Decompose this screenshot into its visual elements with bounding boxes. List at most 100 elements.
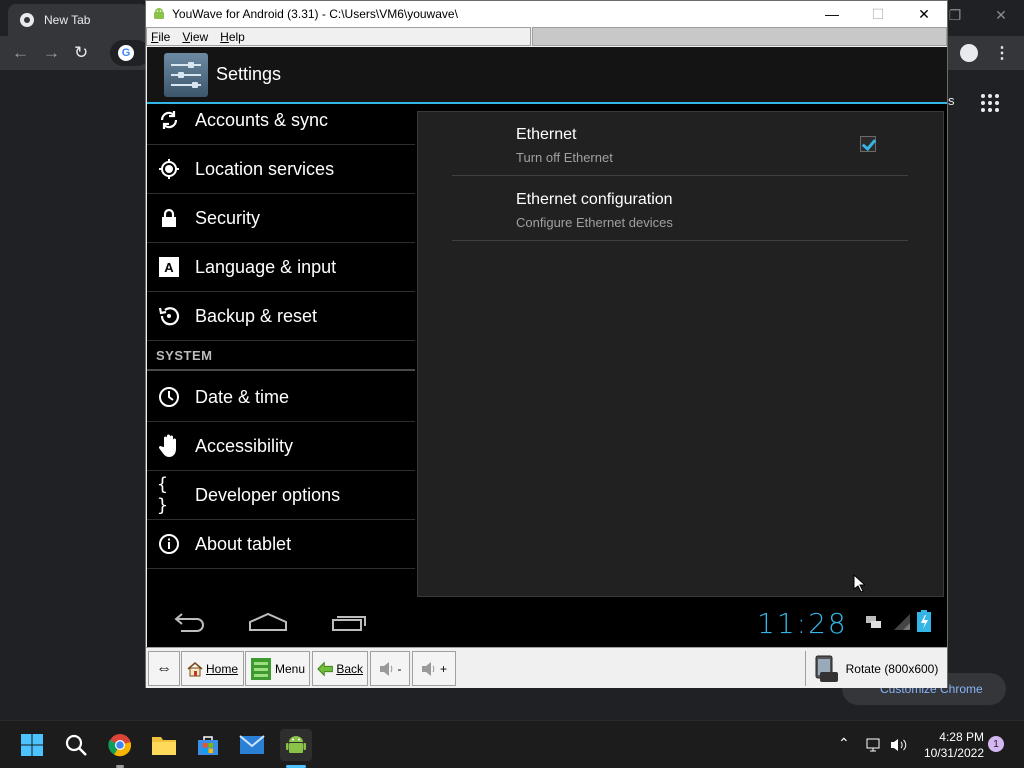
settings-item-developer-options[interactable]: { } Developer options bbox=[147, 471, 415, 520]
settings-item-date-time[interactable]: Date & time bbox=[147, 373, 415, 422]
google-apps-icon[interactable] bbox=[981, 94, 999, 112]
settings-item-location[interactable]: Location services bbox=[147, 145, 415, 194]
menu-button-label: Menu bbox=[274, 661, 305, 676]
chrome-menu-icon[interactable]: ⋮ bbox=[994, 43, 1010, 63]
chrome-close-icon[interactable]: ✕ bbox=[978, 0, 1024, 30]
volume-icon[interactable] bbox=[890, 737, 908, 753]
backup-icon bbox=[157, 304, 181, 328]
info-icon bbox=[157, 532, 181, 556]
nav-back-icon[interactable] bbox=[169, 607, 209, 637]
volume-down-label: - bbox=[397, 661, 402, 676]
chrome-nav-buttons: ← → ↻ bbox=[12, 36, 88, 70]
green-menu-icon bbox=[250, 657, 271, 680]
settings-item-security[interactable]: Security bbox=[147, 194, 415, 243]
settings-headers-list: Accounts & sync Location services Securi… bbox=[147, 104, 415, 569]
back-button-label: Back bbox=[336, 661, 363, 676]
clock-icon bbox=[157, 385, 181, 409]
settings-item-label: Language & input bbox=[195, 256, 337, 277]
settings-item-label: Location services bbox=[195, 158, 335, 179]
maximize-icon[interactable]: ☐ bbox=[855, 1, 901, 27]
svg-text:A: A bbox=[164, 260, 174, 275]
settings-sliders-icon[interactable] bbox=[164, 52, 208, 97]
volume-up-button[interactable]: + bbox=[412, 651, 456, 686]
settings-item-backup-reset[interactable]: Backup & reset bbox=[147, 292, 415, 341]
settings-item-label: About tablet bbox=[195, 533, 292, 554]
windows-taskbar: ⌃ 4:28 PM 10/31/2022 bbox=[0, 720, 1024, 768]
settings-item-label: Security bbox=[195, 207, 261, 228]
speaker-icon bbox=[421, 661, 435, 676]
menu-button[interactable]: Menu bbox=[245, 651, 310, 686]
mail-icon[interactable] bbox=[236, 729, 268, 761]
android-system-bar: 11:28 bbox=[147, 597, 947, 647]
battery-charging-icon bbox=[917, 610, 931, 632]
braces-icon: { } bbox=[157, 474, 168, 516]
youwave-title-bar[interactable]: YouWave for Android (3.31) - C:\Users\VM… bbox=[146, 1, 947, 27]
settings-item-accounts-sync[interactable]: Accounts & sync bbox=[147, 104, 415, 145]
chrome-toolbar-right: ⋮ bbox=[960, 36, 1010, 70]
speaker-icon bbox=[379, 661, 392, 676]
settings-item-accessibility[interactable]: Accessibility bbox=[147, 422, 415, 471]
settings-item-label: Developer options bbox=[195, 484, 341, 505]
microsoft-store-icon[interactable] bbox=[192, 729, 224, 761]
menu-help[interactable]: Help bbox=[220, 30, 245, 44]
reload-icon[interactable]: ↻ bbox=[74, 43, 88, 63]
pref-title: Ethernet configuration bbox=[516, 191, 673, 208]
nav-home-icon[interactable] bbox=[247, 607, 289, 637]
home-button-label: Home bbox=[205, 661, 238, 676]
windows-start-icon[interactable] bbox=[16, 729, 48, 761]
back-button[interactable]: Back bbox=[312, 651, 368, 686]
nav-recents-icon[interactable] bbox=[329, 607, 369, 637]
volume-down-button[interactable]: - bbox=[370, 651, 410, 686]
youwave-menu-bar-filler bbox=[532, 27, 947, 46]
back-arrow-icon[interactable]: ← bbox=[12, 43, 29, 63]
action-bar-title: Settings bbox=[216, 64, 282, 84]
profile-icon[interactable] bbox=[960, 44, 978, 62]
chrome-tab-title: New Tab bbox=[44, 13, 91, 27]
settings-item-language-input[interactable]: A Language & input bbox=[147, 243, 415, 292]
rotate-button[interactable]: Rotate (800x600) bbox=[805, 651, 946, 686]
signal-icon bbox=[894, 614, 910, 630]
minimize-icon[interactable]: — bbox=[809, 1, 855, 27]
pref-summary: Turn off Ethernet bbox=[516, 150, 613, 165]
pref-ethernet-configuration[interactable]: Ethernet configuration Configure Etherne… bbox=[452, 177, 908, 241]
settings-item-about-tablet[interactable]: About tablet bbox=[147, 520, 415, 569]
android-action-bar: Settings bbox=[147, 47, 947, 104]
notification-badge[interactable]: 1 bbox=[988, 736, 1004, 752]
chrome-tab-new-tab[interactable]: New Tab bbox=[8, 4, 148, 36]
android-app-icon bbox=[154, 8, 164, 19]
section-header-system: SYSTEM bbox=[147, 341, 415, 371]
status-clock[interactable]: 11:28 bbox=[757, 607, 848, 640]
gmail-link-fragment[interactable]: s bbox=[948, 93, 955, 108]
location-icon bbox=[157, 157, 181, 181]
ethernet-checkbox[interactable] bbox=[860, 136, 876, 152]
youwave-window: YouWave for Android (3.31) - C:\Users\VM… bbox=[145, 0, 948, 688]
chrome-omnibox[interactable]: G bbox=[110, 40, 150, 66]
resize-arrows-icon: ⇔ bbox=[156, 659, 172, 677]
system-date: 10/31/2022 bbox=[923, 746, 984, 760]
search-icon[interactable] bbox=[60, 729, 92, 761]
close-icon[interactable]: ✕ bbox=[901, 1, 947, 27]
pref-ethernet-toggle[interactable]: Ethernet Turn off Ethernet bbox=[452, 112, 908, 176]
hand-icon bbox=[157, 434, 181, 458]
forward-arrow-icon[interactable]: → bbox=[43, 43, 60, 63]
google-g-icon: G bbox=[118, 45, 134, 61]
menu-file[interactable]: File bbox=[151, 30, 170, 44]
file-explorer-icon[interactable] bbox=[148, 729, 180, 761]
youwave-window-title: YouWave for Android (3.31) - C:\Users\VM… bbox=[172, 7, 458, 21]
settings-item-label: Accounts & sync bbox=[195, 109, 329, 130]
menu-view[interactable]: View bbox=[182, 30, 208, 44]
youwave-taskbar-icon[interactable] bbox=[280, 729, 312, 761]
resize-arrows-button[interactable]: ⇔ bbox=[148, 651, 180, 686]
mouse-pointer-icon bbox=[853, 574, 865, 592]
show-hidden-icons-chevron-icon[interactable]: ⌃ bbox=[838, 735, 850, 752]
rotate-device-icon bbox=[815, 655, 838, 682]
network-icon[interactable] bbox=[866, 737, 882, 753]
settings-item-label: Accessibility bbox=[195, 435, 294, 456]
settings-item-label: Date & time bbox=[195, 386, 290, 407]
house-icon bbox=[187, 661, 203, 676]
settings-item-label: Backup & reset bbox=[195, 305, 318, 326]
system-clock[interactable]: 4:28 PM 10/31/2022 bbox=[918, 729, 984, 761]
ethernet-settings-pane: Ethernet Turn off Ethernet Ethernet conf… bbox=[417, 111, 944, 597]
chrome-taskbar-icon[interactable] bbox=[104, 729, 136, 761]
home-button[interactable]: Home bbox=[181, 651, 244, 686]
